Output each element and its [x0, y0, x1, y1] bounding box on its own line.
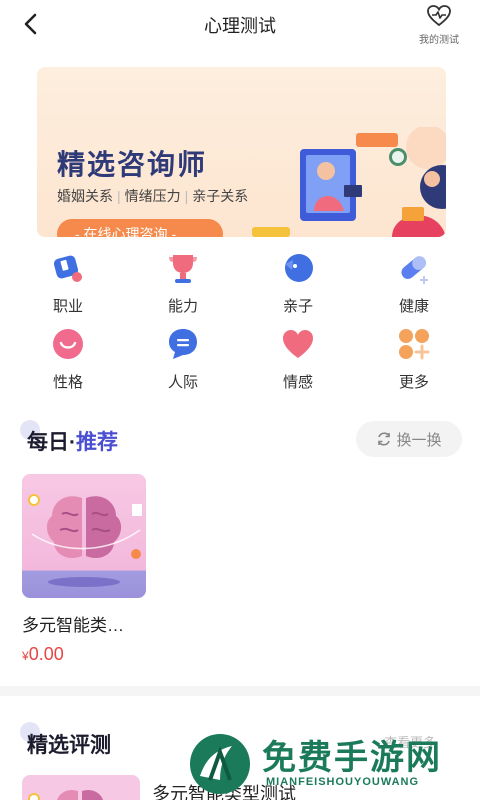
category-career[interactable]: 职业: [28, 250, 108, 316]
category-more[interactable]: 更多: [374, 326, 454, 392]
daily-card-title[interactable]: 多元智能类…: [22, 611, 124, 636]
trophy-icon: [169, 255, 197, 283]
category-label: 更多: [398, 374, 429, 391]
smile-icon: [53, 329, 83, 359]
site-watermark: 免费手游网 MIANFEISHOUYOUWANG: [186, 726, 476, 800]
category-parenting[interactable]: 亲子: [258, 250, 338, 316]
category-personality[interactable]: 性格: [28, 326, 108, 392]
category-label: 职业: [52, 298, 83, 315]
category-label: 情感: [282, 374, 313, 391]
my-tests-button[interactable]: 我的测试: [414, 4, 464, 46]
daily-card-image[interactable]: [22, 474, 146, 598]
featured-section-title: 精选评测: [27, 734, 111, 757]
chat-icon: [169, 329, 197, 359]
category-ability[interactable]: 能力: [143, 250, 223, 316]
category-label: 健康: [398, 298, 429, 315]
banner-tag-marriage: 婚姻关系: [57, 188, 113, 204]
category-label: 能力: [167, 298, 198, 315]
banner-subtitle: 婚姻关系 | 情绪压力 | 亲子关系: [57, 188, 249, 204]
heart-icon: [283, 330, 313, 358]
daily-title-prefix: 每日·: [27, 431, 76, 454]
banner-tag-emotion: 情绪压力: [124, 188, 181, 204]
price-value: 0.00: [28, 644, 64, 664]
swap-label: 换一换: [396, 432, 442, 449]
category-social[interactable]: 人际: [143, 326, 223, 392]
watermark-subtext: MIANFEISHOUYOUWANG: [266, 776, 420, 788]
daily-title-accent: 推荐: [76, 431, 118, 454]
refresh-icon: [378, 432, 391, 446]
watermark-text: 免费手游网: [262, 739, 442, 777]
heart-pulse-icon: [427, 5, 451, 27]
swap-button[interactable]: 换一换: [356, 421, 462, 457]
more-grid-icon: [399, 329, 430, 360]
counselor-banner[interactable]: 精选咨询师 婚姻关系 | 情绪压力 | 亲子关系 - 在线心理咨询 -: [37, 67, 446, 237]
category-label: 性格: [52, 374, 83, 391]
currency-symbol: ¥: [22, 649, 29, 663]
banner-tag-parenting: 亲子关系: [192, 188, 249, 204]
watermark-logo: [190, 734, 250, 794]
brain-illustration: [28, 494, 142, 587]
page-title: 心理测试: [204, 16, 276, 36]
category-health[interactable]: 健康: [374, 250, 454, 316]
banner-illustration: [252, 127, 446, 237]
top-bar: 心理测试 我的测试: [0, 0, 480, 50]
section-divider: [0, 686, 480, 696]
category-emotion[interactable]: 情感: [258, 326, 338, 392]
daily-section-title: 每日·推荐: [27, 426, 118, 456]
brain-illustration: [28, 790, 104, 800]
category-label: 人际: [167, 374, 198, 391]
page: 心理测试 我的测试 精选咨询师 婚姻关系 | 情绪压力 | 亲子关系 - 在线心理咨询 …: [0, 0, 480, 800]
featured-card-image[interactable]: [22, 775, 140, 800]
banner-title: 精选咨询师: [57, 149, 208, 180]
career-icon: [53, 255, 82, 282]
category-label: 亲子: [282, 298, 313, 315]
baby-icon: [285, 254, 313, 282]
daily-card-price: ¥0.00: [22, 644, 64, 665]
pill-icon: [401, 256, 428, 284]
my-tests-label: 我的测试: [419, 35, 459, 46]
online-consult-button[interactable]: - 在线心理咨询 -: [57, 219, 223, 237]
